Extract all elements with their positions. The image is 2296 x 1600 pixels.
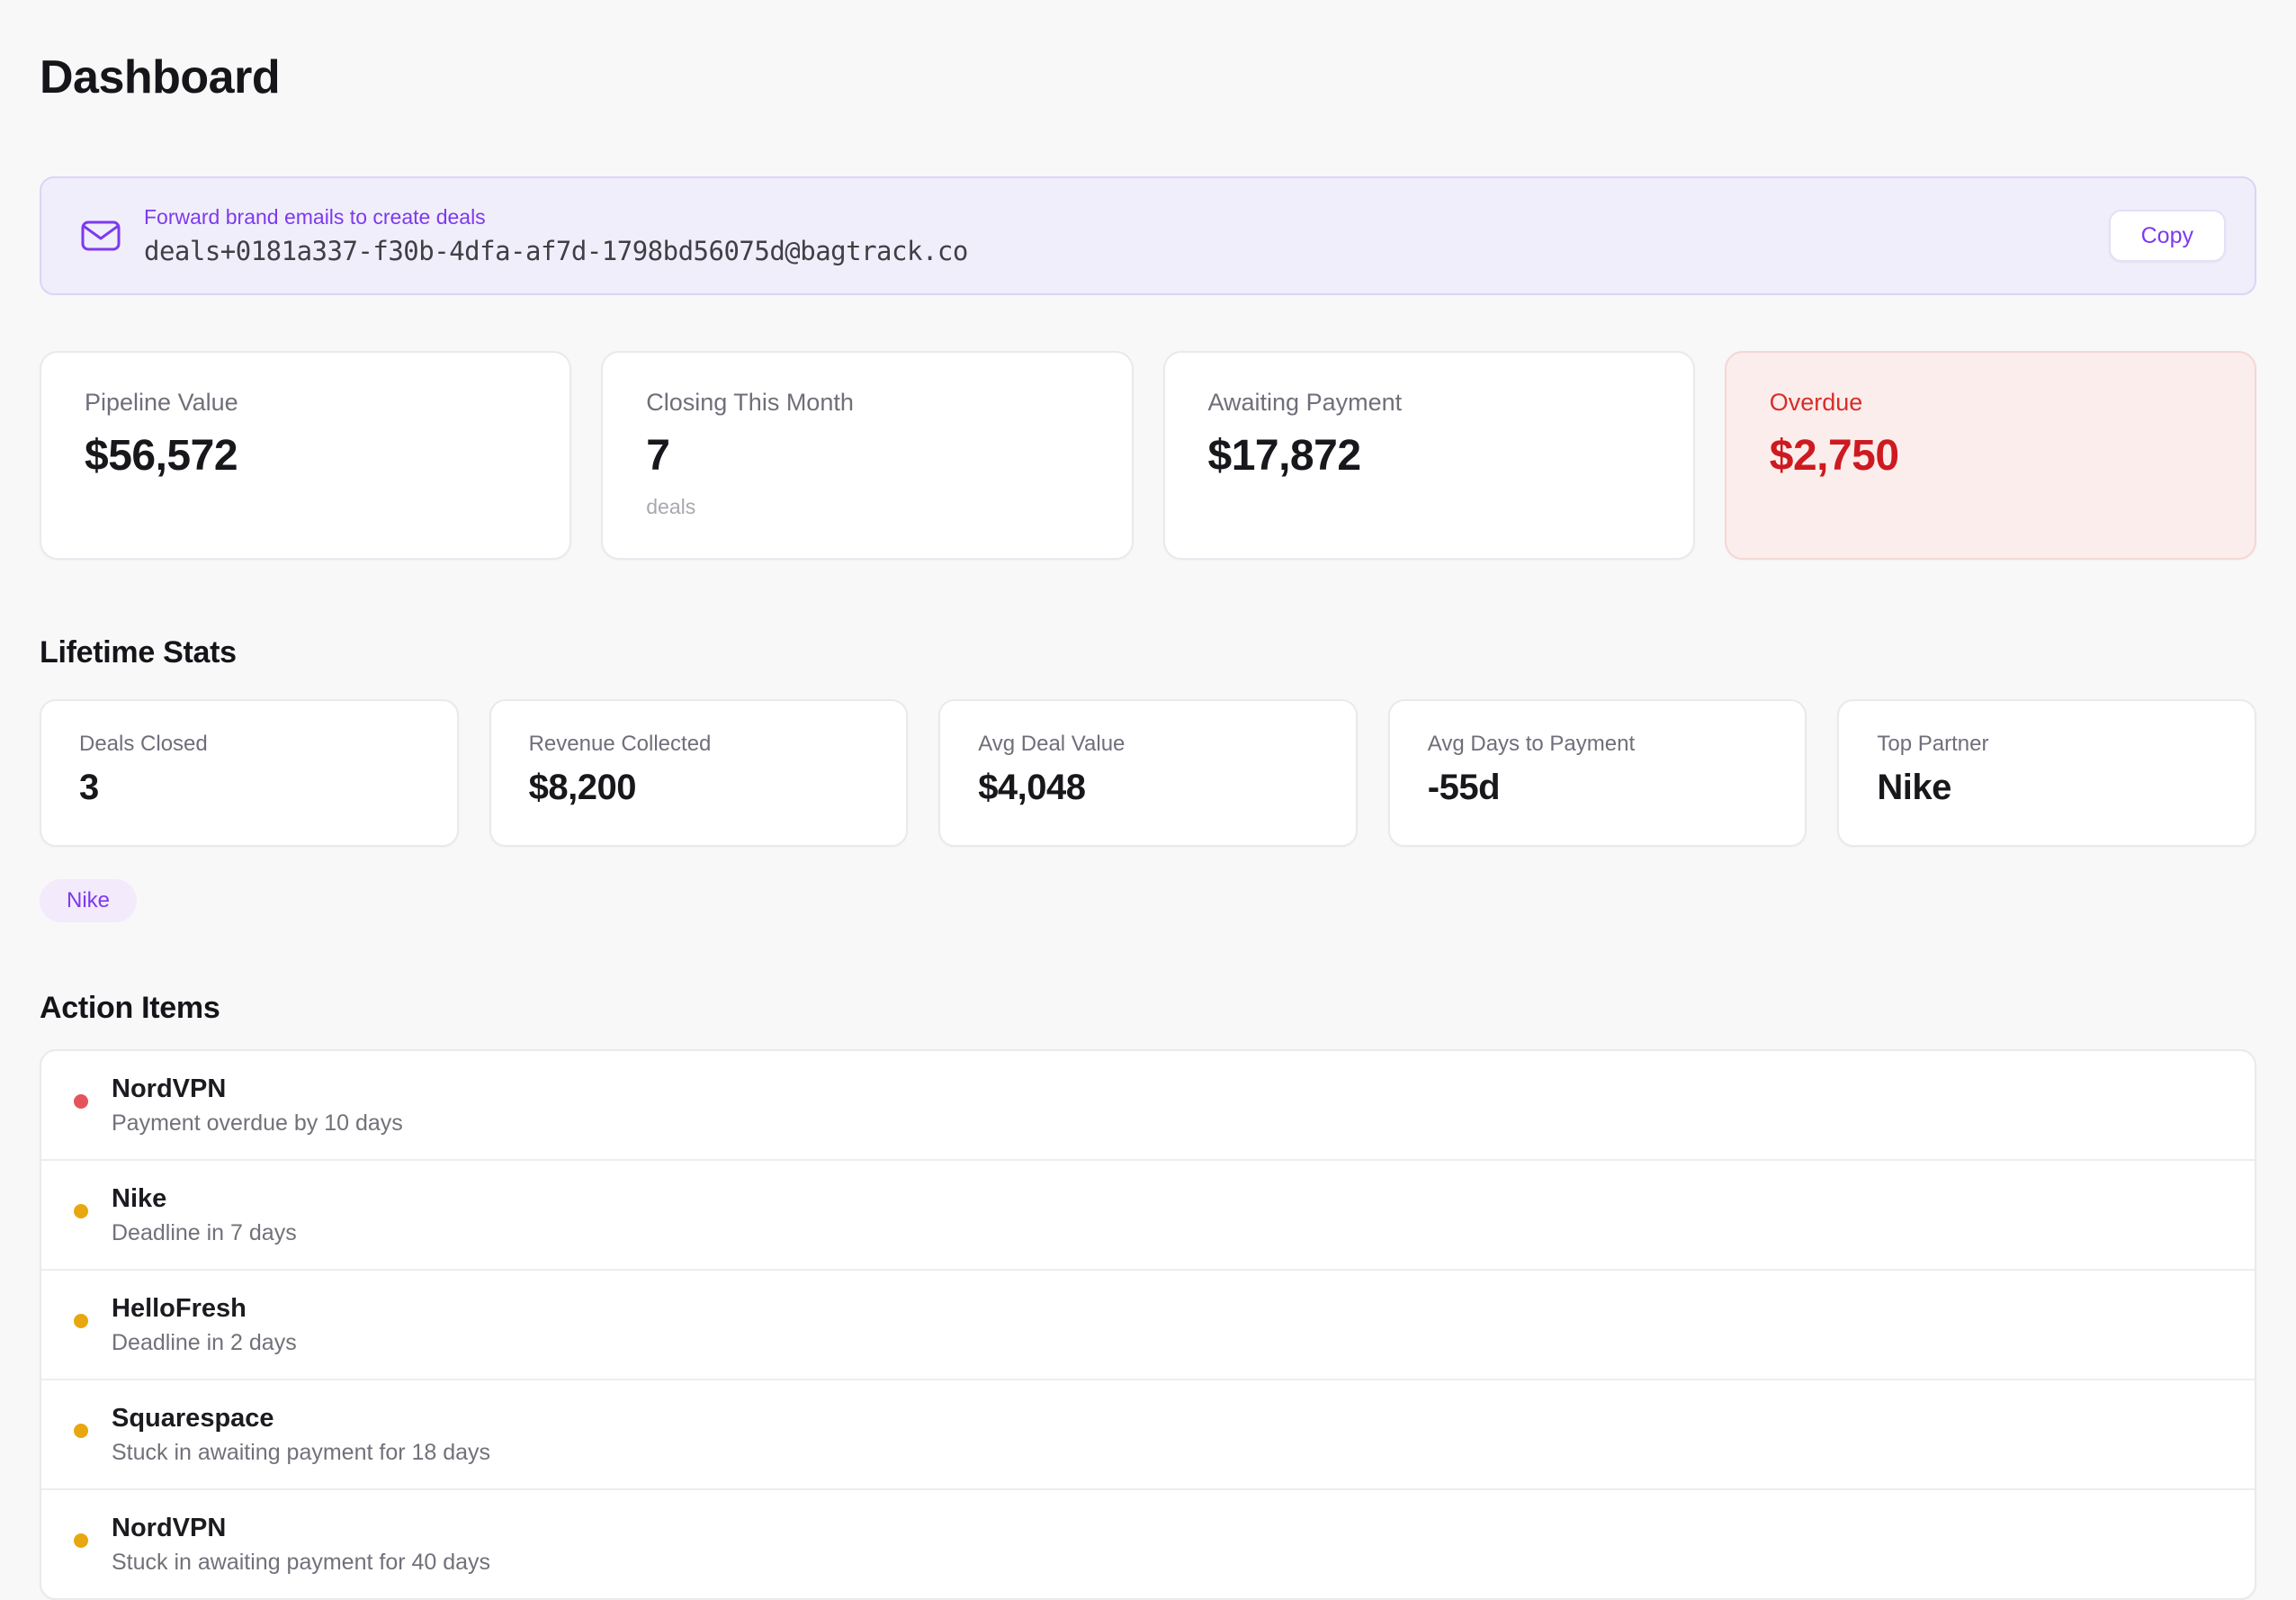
action-item-name: NordVPN [112, 1073, 403, 1105]
action-item-detail: Deadline in 2 days [112, 1328, 297, 1357]
lifetime-label: Revenue Collected [529, 732, 869, 757]
partner-badge-nike[interactable]: Nike [40, 879, 137, 922]
stat-card-pipeline-value: Pipeline Value $56,572 [40, 351, 571, 560]
lifetime-stats-row: Deals Closed 3 Revenue Collected $8,200 … [40, 699, 2256, 847]
stat-card-closing-this-month: Closing This Month 7 deals [601, 351, 1133, 560]
stat-value: $2,750 [1770, 431, 2211, 481]
action-item-text: Nike Deadline in 7 days [112, 1182, 297, 1247]
stat-value: 7 [646, 431, 1088, 481]
lifetime-value: $8,200 [529, 768, 869, 808]
lifetime-label: Avg Days to Payment [1428, 732, 1768, 757]
stat-card-awaiting-payment: Awaiting Payment $17,872 [1163, 351, 1695, 560]
status-dot-red [74, 1094, 88, 1109]
stat-label: Overdue [1770, 389, 2211, 417]
lifetime-label: Top Partner [1877, 732, 2217, 757]
forward-email-address: deals+0181a337-f30b-4dfa-af7d-1798bd5607… [144, 236, 2109, 266]
action-item-nike-deadline[interactable]: Nike Deadline in 7 days [41, 1159, 2255, 1269]
stat-value: $17,872 [1208, 431, 1650, 481]
lifetime-label: Deals Closed [79, 732, 419, 757]
action-item-name: Squarespace [112, 1402, 490, 1434]
status-dot-amber [74, 1314, 88, 1328]
status-dot-amber [74, 1533, 88, 1548]
action-item-text: NordVPN Payment overdue by 10 days [112, 1073, 403, 1137]
lifetime-card-deals-closed: Deals Closed 3 [40, 699, 459, 847]
action-item-text: NordVPN Stuck in awaiting payment for 40… [112, 1512, 490, 1577]
action-item-detail: Payment overdue by 10 days [112, 1109, 403, 1137]
action-items-list: NordVPN Payment overdue by 10 days Nike … [40, 1049, 2256, 1600]
dashboard-page: Dashboard Forward brand emails to create… [0, 0, 2296, 1600]
stat-card-overdue: Overdue $2,750 [1725, 351, 2256, 560]
stat-value: $56,572 [85, 431, 526, 481]
banner-title: Forward brand emails to create deals [144, 205, 2109, 229]
envelope-icon [81, 219, 121, 253]
action-items-heading: Action Items [40, 991, 2256, 1026]
action-item-detail: Stuck in awaiting payment for 18 days [112, 1438, 490, 1467]
action-item-nordvpn-overdue[interactable]: NordVPN Payment overdue by 10 days [41, 1051, 2255, 1159]
lifetime-value: -55d [1428, 768, 1768, 808]
status-dot-amber [74, 1204, 88, 1218]
stat-label: Pipeline Value [85, 389, 526, 417]
action-item-detail: Stuck in awaiting payment for 40 days [112, 1548, 490, 1577]
action-item-text: Squarespace Stuck in awaiting payment fo… [112, 1402, 490, 1467]
action-item-name: NordVPN [112, 1512, 490, 1544]
stat-label: Awaiting Payment [1208, 389, 1650, 417]
action-item-name: Nike [112, 1182, 297, 1215]
stats-row: Pipeline Value $56,572 Closing This Mont… [40, 351, 2256, 560]
lifetime-stats-heading: Lifetime Stats [40, 635, 2256, 670]
action-item-detail: Deadline in 7 days [112, 1218, 297, 1247]
action-item-nordvpn-stuck[interactable]: NordVPN Stuck in awaiting payment for 40… [41, 1488, 2255, 1598]
action-item-hellofresh-deadline[interactable]: HelloFresh Deadline in 2 days [41, 1269, 2255, 1379]
stat-sub-label: deals [646, 495, 1088, 519]
lifetime-value: Nike [1877, 768, 2217, 808]
lifetime-value: $4,048 [978, 768, 1318, 808]
lifetime-value: 3 [79, 768, 419, 808]
lifetime-label: Avg Deal Value [978, 732, 1318, 757]
forward-email-banner: Forward brand emails to create deals dea… [40, 176, 2256, 295]
stat-label: Closing This Month [646, 389, 1088, 417]
lifetime-card-avg-deal-value: Avg Deal Value $4,048 [938, 699, 1358, 847]
action-item-squarespace-stuck[interactable]: Squarespace Stuck in awaiting payment fo… [41, 1379, 2255, 1488]
banner-text: Forward brand emails to create deals dea… [144, 205, 2109, 266]
lifetime-card-revenue-collected: Revenue Collected $8,200 [489, 699, 909, 847]
lifetime-card-avg-days-to-payment: Avg Days to Payment -55d [1388, 699, 1807, 847]
copy-button[interactable]: Copy [2109, 210, 2226, 262]
status-dot-amber [74, 1424, 88, 1438]
action-item-name: HelloFresh [112, 1292, 297, 1325]
page-title: Dashboard [40, 0, 2256, 104]
action-item-text: HelloFresh Deadline in 2 days [112, 1292, 297, 1357]
lifetime-card-top-partner: Top Partner Nike [1837, 699, 2256, 847]
